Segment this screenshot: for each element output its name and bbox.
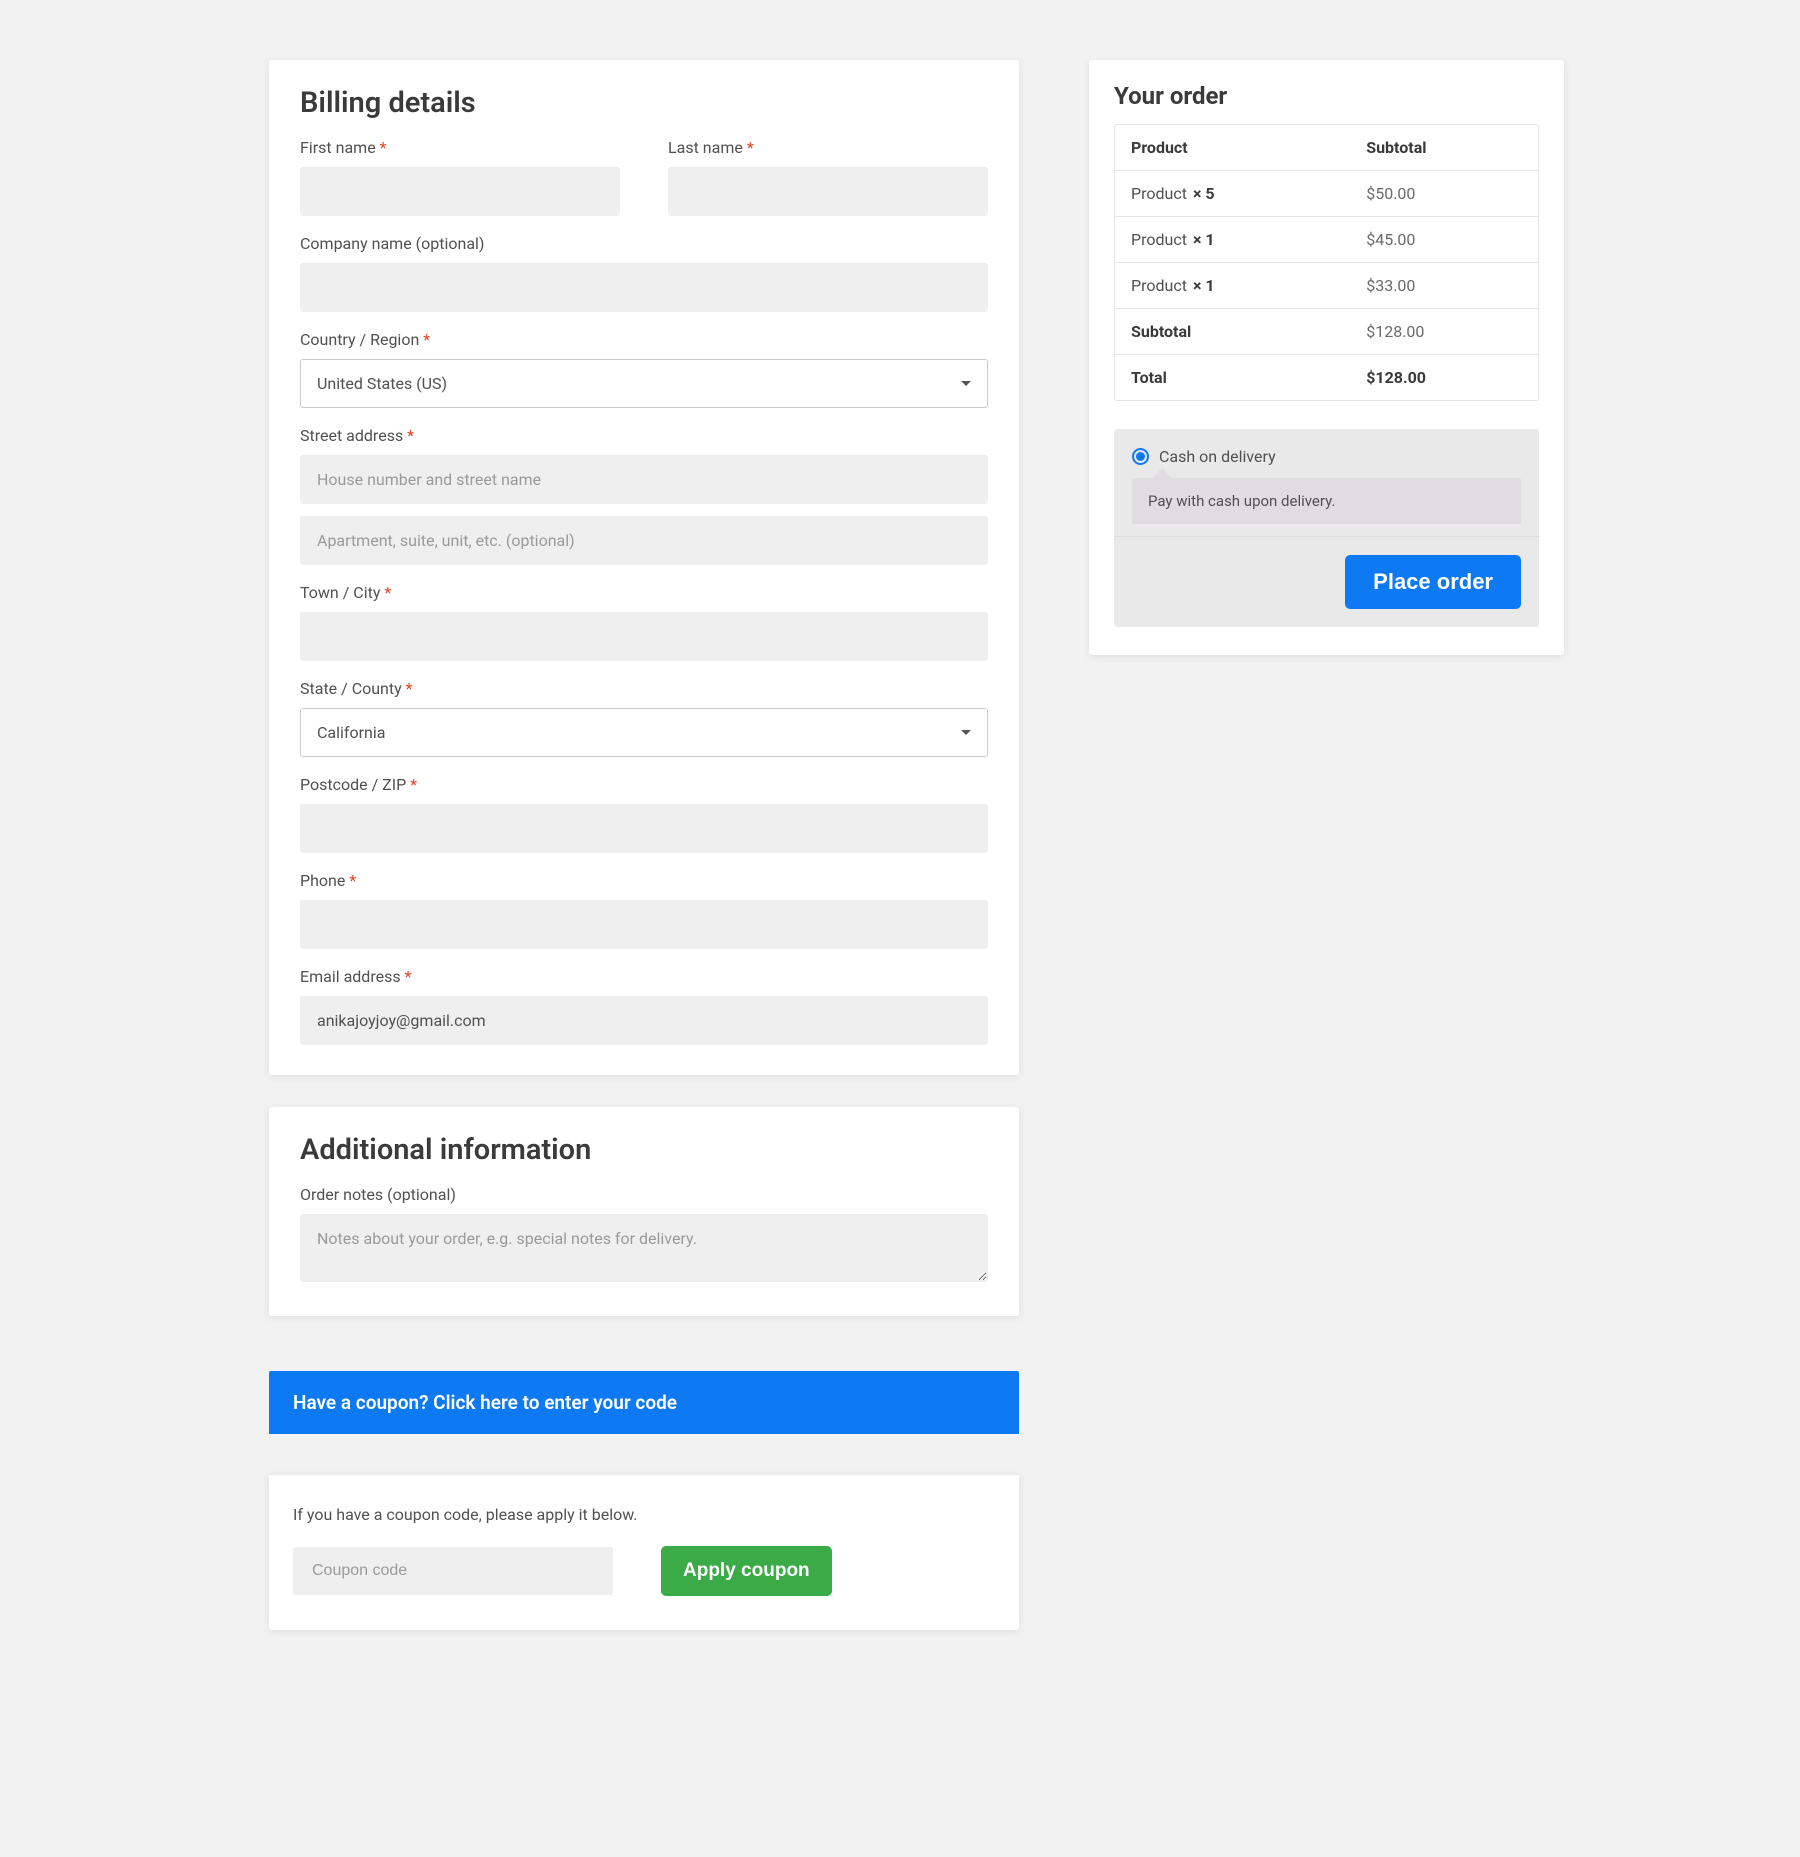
order-item-name: Product× 1 xyxy=(1115,263,1350,309)
total-label: Total xyxy=(1115,355,1350,400)
state-select[interactable]: California xyxy=(300,708,988,757)
order-table-header: Product Subtotal xyxy=(1115,125,1538,171)
first-name-text: First name xyxy=(300,138,376,157)
order-item-name: Product× 5 xyxy=(1115,171,1350,217)
street-text: Street address xyxy=(300,426,403,445)
col-subtotal: Subtotal xyxy=(1350,125,1538,171)
order-table: Product Subtotal Product× 5 $50.00 Produ… xyxy=(1114,124,1539,401)
order-total-row: Total $128.00 xyxy=(1115,355,1538,400)
last-name-text: Last name xyxy=(668,138,743,157)
required-mark: * xyxy=(747,138,754,157)
place-order-button[interactable]: Place order xyxy=(1345,555,1521,609)
state-label: State / County * xyxy=(300,679,988,698)
order-summary-card: Your order Product Subtotal Product× 5 $… xyxy=(1089,60,1564,655)
order-item-qty: × 1 xyxy=(1193,276,1215,295)
coupon-body: If you have a coupon code, please apply … xyxy=(269,1474,1019,1630)
payment-method-label: Cash on delivery xyxy=(1159,447,1276,466)
required-mark: * xyxy=(384,583,391,602)
state-value: California xyxy=(317,723,385,742)
order-item-row: Product× 5 $50.00 xyxy=(1115,171,1538,217)
first-name-input[interactable] xyxy=(300,167,620,216)
chevron-down-icon xyxy=(961,730,971,735)
required-mark: * xyxy=(406,679,413,698)
order-item-price: $50.00 xyxy=(1350,171,1538,217)
subtotal-label: Subtotal xyxy=(1115,309,1350,355)
payment-description: Pay with cash upon delivery. xyxy=(1132,478,1521,524)
billing-heading: Billing details xyxy=(300,86,988,120)
postcode-text: Postcode / ZIP xyxy=(300,775,406,794)
order-item-qty: × 1 xyxy=(1193,230,1215,249)
required-mark: * xyxy=(407,426,414,445)
order-heading: Your order xyxy=(1114,82,1539,110)
email-input[interactable] xyxy=(300,996,988,1045)
coupon-banner[interactable]: Have a coupon? Click here to enter your … xyxy=(269,1371,1019,1434)
total-value: $128.00 xyxy=(1350,355,1538,400)
order-item-name: Product× 1 xyxy=(1115,217,1350,263)
order-item-qty: × 5 xyxy=(1193,184,1215,203)
order-notes-textarea[interactable] xyxy=(300,1214,988,1282)
country-label: Country / Region * xyxy=(300,330,988,349)
company-label: Company name (optional) xyxy=(300,234,988,253)
postcode-input[interactable] xyxy=(300,804,988,853)
phone-label: Phone * xyxy=(300,871,988,890)
notes-label: Order notes (optional) xyxy=(300,1185,988,1204)
required-mark: * xyxy=(405,967,412,986)
state-text: State / County xyxy=(300,679,402,698)
street1-input[interactable] xyxy=(300,455,988,504)
order-item-row: Product× 1 $45.00 xyxy=(1115,217,1538,263)
col-product: Product xyxy=(1115,125,1350,171)
street2-input[interactable] xyxy=(300,516,988,565)
last-name-input[interactable] xyxy=(668,167,988,216)
company-input[interactable] xyxy=(300,263,988,312)
billing-details-card: Billing details First name * Last name * xyxy=(269,60,1019,1075)
chevron-down-icon xyxy=(961,381,971,386)
order-subtotal-row: Subtotal $128.00 xyxy=(1115,309,1538,355)
required-mark: * xyxy=(380,138,387,157)
order-item-price: $45.00 xyxy=(1350,217,1538,263)
street-label: Street address * xyxy=(300,426,988,445)
additional-heading: Additional information xyxy=(300,1133,988,1167)
order-item-price: $33.00 xyxy=(1350,263,1538,309)
order-item-row: Product× 1 $33.00 xyxy=(1115,263,1538,309)
phone-input[interactable] xyxy=(300,900,988,949)
additional-info-card: Additional information Order notes (opti… xyxy=(269,1107,1019,1316)
country-value: United States (US) xyxy=(317,374,447,393)
required-mark: * xyxy=(410,775,417,794)
city-label: Town / City * xyxy=(300,583,988,602)
email-text: Email address xyxy=(300,967,401,986)
payment-method-radio[interactable]: Cash on delivery xyxy=(1132,447,1521,466)
last-name-label: Last name * xyxy=(668,138,988,157)
country-select[interactable]: United States (US) xyxy=(300,359,988,408)
coupon-prompt: If you have a coupon code, please apply … xyxy=(293,1505,995,1524)
radio-icon xyxy=(1132,448,1149,465)
country-text: Country / Region xyxy=(300,330,419,349)
postcode-label: Postcode / ZIP * xyxy=(300,775,988,794)
coupon-banner-text: Have a coupon? Click here to enter your … xyxy=(293,1391,677,1414)
required-mark: * xyxy=(349,871,356,890)
payment-box: Cash on delivery Pay with cash upon deli… xyxy=(1114,429,1539,627)
city-text: Town / City xyxy=(300,583,380,602)
email-label: Email address * xyxy=(300,967,988,986)
city-input[interactable] xyxy=(300,612,988,661)
coupon-code-input[interactable] xyxy=(293,1547,613,1595)
required-mark: * xyxy=(423,330,430,349)
first-name-label: First name * xyxy=(300,138,620,157)
phone-text: Phone xyxy=(300,871,345,890)
subtotal-value: $128.00 xyxy=(1350,309,1538,355)
apply-coupon-button[interactable]: Apply coupon xyxy=(661,1546,832,1596)
